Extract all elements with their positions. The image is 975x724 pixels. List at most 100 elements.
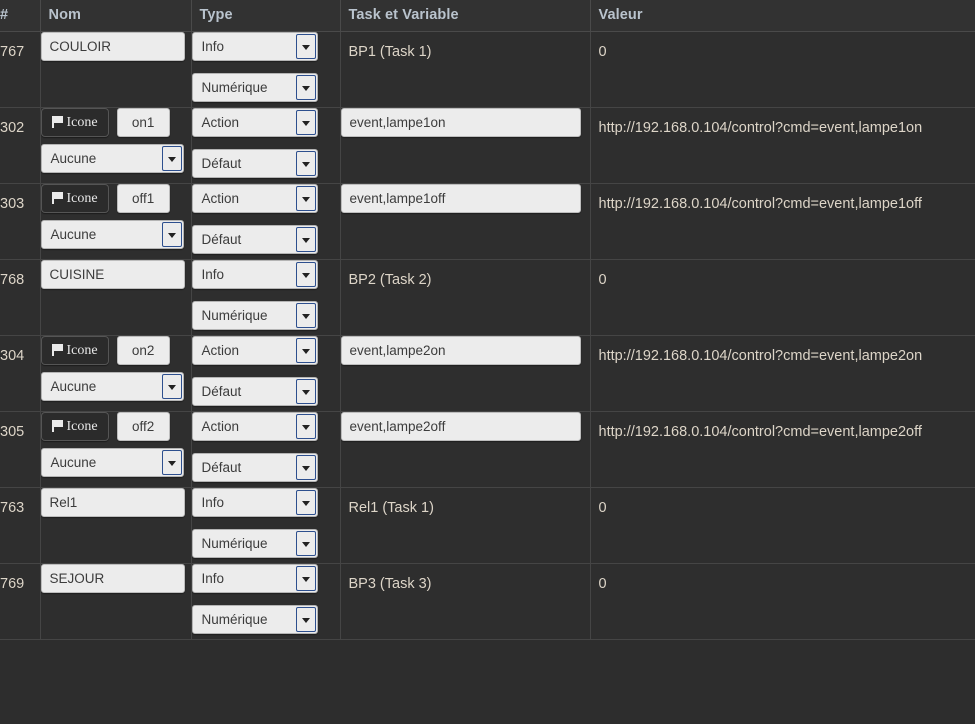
icone-button-label: Icone [66, 343, 98, 358]
name-input[interactable] [116, 108, 170, 137]
row-id: 304 [0, 348, 25, 364]
type-secondary-select[interactable]: Défaut [191, 453, 318, 482]
chevron-down-icon[interactable] [295, 110, 316, 135]
chevron-down-icon[interactable] [295, 303, 316, 328]
value-label: http://192.168.0.104/control?cmd=event,l… [598, 424, 922, 440]
flag-icon [51, 344, 63, 356]
value-label: 0 [598, 500, 607, 516]
table-row: 302 Icone AucuneAction Défaut http://192.168… [0, 107, 975, 184]
type-secondary-select[interactable]: Numérique [191, 605, 318, 634]
table-row: 305 Icone AucuneAction Défaut http://192.168… [0, 411, 975, 488]
chevron-down-icon[interactable] [295, 151, 316, 176]
table-header-row: # Nom Type Task et Variable Valeur [0, 0, 975, 32]
name-input[interactable] [116, 412, 170, 441]
type-secondary-select[interactable]: Défaut [191, 377, 318, 406]
table-row: 767 Info Numérique BP1 (Task 1) 0 [0, 31, 975, 108]
row-id: 302 [0, 120, 25, 136]
chevron-down-icon[interactable] [295, 186, 316, 211]
icon-select[interactable]: Aucune [40, 220, 184, 249]
task-variable-input[interactable] [340, 336, 581, 365]
value-label: http://192.168.0.104/control?cmd=event,l… [598, 120, 923, 136]
value-label: http://192.168.0.104/control?cmd=event,l… [598, 348, 923, 364]
chevron-down-icon[interactable] [295, 566, 316, 591]
chevron-down-icon[interactable] [295, 414, 316, 439]
icon-select[interactable]: Aucune [40, 144, 184, 173]
column-header-id: # [0, 0, 41, 32]
row-id: 305 [0, 424, 25, 440]
icone-button-label: Icone [66, 115, 98, 130]
row-id: 303 [0, 196, 25, 212]
chevron-down-icon[interactable] [295, 227, 316, 252]
table-row: 303 Icone AucuneAction Défaut http://192.168… [0, 183, 975, 260]
value-label: 0 [598, 44, 607, 60]
icone-button[interactable]: Icone [40, 184, 109, 213]
type-primary-select[interactable]: Action [191, 108, 318, 137]
task-variable-label: BP1 (Task 1) [348, 44, 432, 60]
name-input[interactable] [116, 336, 170, 365]
icone-button-label: Icone [66, 419, 98, 434]
type-secondary-select[interactable]: Numérique [191, 529, 318, 558]
chevron-down-icon[interactable] [295, 379, 316, 404]
row-id: 768 [0, 272, 25, 288]
icone-button[interactable]: Icone [40, 108, 109, 137]
table-row: 763 Info Numérique Rel1 (Task 1) 0 [0, 487, 975, 564]
type-secondary-select[interactable]: Défaut [191, 149, 318, 178]
chevron-down-icon[interactable] [295, 490, 316, 515]
flag-icon [51, 192, 63, 204]
column-header-type: Type [191, 0, 341, 32]
type-primary-select[interactable]: Action [191, 184, 318, 213]
chevron-down-icon[interactable] [295, 75, 316, 100]
chevron-down-icon[interactable] [295, 338, 316, 363]
value-label: 0 [598, 576, 607, 592]
task-variable-input[interactable] [340, 108, 581, 137]
type-secondary-select[interactable]: Numérique [191, 301, 318, 330]
icon-select[interactable]: Aucune [40, 448, 184, 477]
row-id: 763 [0, 500, 25, 516]
name-input[interactable] [116, 184, 170, 213]
column-header-task: Task et Variable [340, 0, 591, 32]
table-row: 769 Info Numérique BP3 (Task 3) 0 [0, 563, 975, 640]
chevron-down-icon[interactable] [161, 450, 182, 475]
chevron-down-icon[interactable] [295, 531, 316, 556]
type-primary-select[interactable]: Info [191, 32, 318, 61]
icone-button[interactable]: Icone [40, 412, 109, 441]
type-secondary-select[interactable]: Numérique [191, 73, 318, 102]
chevron-down-icon[interactable] [295, 607, 316, 632]
name-input[interactable] [40, 564, 185, 593]
table-body: 767 Info Numérique BP1 (Task 1) 0 302 Icone Auc… [0, 31, 975, 640]
type-primary-select[interactable]: Action [191, 336, 318, 365]
chevron-down-icon[interactable] [295, 262, 316, 287]
flag-icon [51, 116, 63, 128]
task-variable-input[interactable] [340, 412, 581, 441]
type-secondary-select[interactable]: Défaut [191, 225, 318, 254]
table-row: 304 Icone AucuneAction Défaut http://192.168… [0, 335, 975, 412]
table-header: # Nom Type Task et Variable Valeur [0, 0, 975, 32]
devices-table: # Nom Type Task et Variable Valeur 767 In… [0, 0, 975, 640]
row-id: 767 [0, 44, 25, 60]
name-input[interactable] [40, 32, 185, 61]
icone-button[interactable]: Icone [40, 336, 109, 365]
type-primary-select[interactable]: Action [191, 412, 318, 441]
value-label: 0 [598, 272, 607, 288]
type-primary-select[interactable]: Info [191, 564, 318, 593]
chevron-down-icon[interactable] [295, 34, 316, 59]
table-row: 768 Info Numérique BP2 (Task 2) 0 [0, 259, 975, 336]
task-variable-label: BP3 (Task 3) [348, 576, 432, 592]
row-id: 769 [0, 576, 25, 592]
icone-button-label: Icone [66, 191, 98, 206]
name-input[interactable] [40, 488, 185, 517]
type-primary-select[interactable]: Info [191, 260, 318, 289]
icon-select[interactable]: Aucune [40, 372, 184, 401]
column-header-valeur: Valeur [590, 0, 975, 32]
type-primary-select[interactable]: Info [191, 488, 318, 517]
task-variable-label: Rel1 (Task 1) [348, 500, 434, 516]
flag-icon [51, 420, 63, 432]
task-variable-input[interactable] [340, 184, 581, 213]
chevron-down-icon[interactable] [161, 222, 182, 247]
chevron-down-icon[interactable] [295, 455, 316, 480]
value-label: http://192.168.0.104/control?cmd=event,l… [598, 196, 922, 212]
chevron-down-icon[interactable] [161, 146, 182, 171]
column-header-nom: Nom [40, 0, 192, 32]
chevron-down-icon[interactable] [161, 374, 182, 399]
name-input[interactable] [40, 260, 185, 289]
